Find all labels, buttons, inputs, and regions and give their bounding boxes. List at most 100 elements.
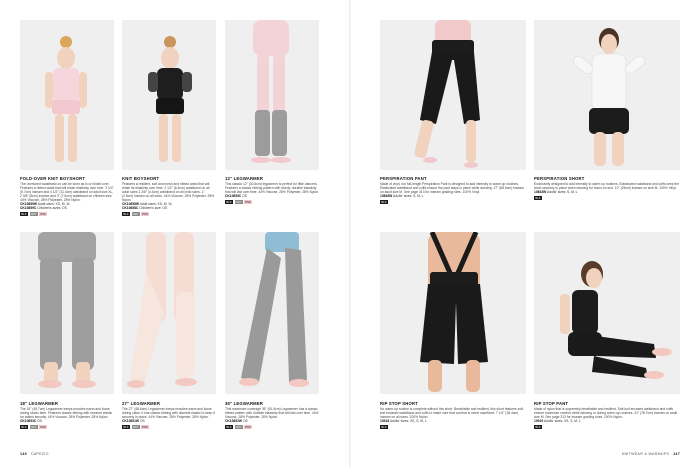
color-swatch: BLK bbox=[20, 211, 28, 217]
section-name: KNITWEAR & WARMUPS bbox=[621, 452, 670, 456]
sku-code: CK10859C bbox=[20, 206, 37, 211]
child-boyshort-image bbox=[45, 36, 87, 162]
product-photo bbox=[225, 232, 319, 394]
color-swatch: PNK bbox=[39, 424, 48, 429]
color-swatch: BLK bbox=[20, 424, 28, 429]
product-photo bbox=[122, 232, 216, 394]
sku-code: CK10852W bbox=[225, 419, 243, 424]
product-description: This classic 12" (30.5cm) legwarmer is p… bbox=[225, 182, 319, 195]
product-info: KNIT BOYSHORT Features a resilient, soft… bbox=[122, 176, 216, 217]
sku-sizes: Children's size: OS bbox=[139, 206, 168, 211]
sku-sizes: Adults' sizes: XS, S, M, L bbox=[543, 419, 581, 424]
left-page-folio: 146 CAPEZIO bbox=[20, 452, 49, 456]
27-legwarmer-image bbox=[127, 232, 197, 388]
product-photo bbox=[534, 232, 680, 394]
sku-code: 10845W bbox=[380, 194, 393, 199]
product-info: RIP STOP SHORT No warm-up routine is com… bbox=[380, 401, 526, 429]
sku-sizes: Adults' sizes: S, M, L bbox=[393, 194, 424, 199]
sku-sizes: Adults' sizes: XS, S, M, L bbox=[389, 419, 427, 424]
sku-sizes: OS bbox=[139, 419, 145, 424]
product-info: RIP STOP PANT Made of nylon that is supr… bbox=[534, 401, 680, 429]
product-name: 12" LEGWARMER bbox=[225, 176, 264, 181]
product-info: PERSPIRATION SHORT Exclusively designed … bbox=[534, 176, 680, 200]
color-swatch: PNK bbox=[244, 424, 253, 429]
sku-line: 10843W Adults' sizes: S, M, L bbox=[534, 190, 680, 194]
product-info: 12" LEGWARMER This classic 12" (30.5cm) … bbox=[225, 176, 319, 204]
page-number: 146 bbox=[20, 452, 27, 456]
sku-code: 10843W bbox=[534, 190, 547, 195]
sku-line: 10845W Adults' sizes: S, M, L bbox=[380, 194, 526, 198]
color-swatches: BLK bbox=[534, 424, 680, 429]
color-swatch: GRY bbox=[234, 199, 243, 204]
color-swatch: BLK bbox=[380, 424, 388, 429]
product-name: 18" LEGWARMER bbox=[20, 401, 59, 406]
product-info: 27" LEGWARMER The 27" (68.6cm) Legwarmer… bbox=[122, 401, 216, 429]
color-swatches: BLK GRY PNK bbox=[225, 199, 319, 204]
color-swatch: PNK bbox=[141, 424, 150, 429]
sku-sizes: OS bbox=[37, 419, 42, 424]
product-photo bbox=[225, 20, 319, 170]
product-name: 27" LEGWARMER bbox=[122, 401, 161, 406]
color-swatch: PNK bbox=[39, 211, 48, 217]
sku-line: CK10858C Children's size: OS bbox=[122, 206, 216, 210]
sku-code: 10919 bbox=[534, 419, 544, 424]
product-description: This maximum coverage 36" (91.5cm) Legwa… bbox=[225, 407, 319, 420]
color-swatch: PNK bbox=[141, 211, 150, 217]
color-swatch: GRY bbox=[29, 424, 38, 429]
rip-stop-short-image bbox=[420, 232, 488, 392]
18-legwarmer-image bbox=[38, 232, 96, 388]
color-swatches: BLK GRY PNK bbox=[20, 211, 114, 217]
page-gutter bbox=[349, 0, 351, 467]
sku-line: CK10852W OS bbox=[225, 419, 319, 423]
product-name: PERSPIRATION PANT bbox=[380, 176, 427, 181]
color-swatches: BLK bbox=[534, 195, 680, 200]
perspiration-short-image bbox=[573, 28, 645, 166]
sku-sizes: OS bbox=[242, 419, 248, 424]
sku-line: CK10853C OS bbox=[20, 419, 114, 423]
product-description: Made of nylon that is supremely breathab… bbox=[534, 407, 678, 420]
child-knit-boyshort-image bbox=[148, 36, 192, 162]
product-photo bbox=[534, 20, 680, 170]
product-name: 36" LEGWARMER bbox=[225, 401, 264, 406]
product-name: PERSPIRATION SHORT bbox=[534, 176, 585, 181]
catalog-spread: FOLD-OVER KNIT BOYSHORT The oversized wa… bbox=[0, 0, 700, 467]
color-swatch: GRY bbox=[29, 211, 38, 217]
product-description: Exclusively designed to add intensity to… bbox=[534, 182, 680, 191]
36-legwarmer-image bbox=[239, 232, 309, 387]
color-swatches: BLK GRY PNK bbox=[225, 424, 319, 429]
product-name: RIP STOP SHORT bbox=[380, 401, 418, 406]
brand-name: CAPEZIO bbox=[30, 452, 49, 456]
color-swatch: GRY bbox=[131, 211, 140, 217]
product-photo bbox=[380, 232, 526, 394]
color-swatch: BLK bbox=[225, 424, 233, 429]
product-description: The 27" (68.6cm) Legwarmer keeps muscles… bbox=[122, 407, 215, 420]
color-swatch: BLK bbox=[380, 199, 388, 204]
color-swatches: BLK bbox=[380, 199, 526, 204]
color-swatch: BLK bbox=[534, 195, 542, 200]
sku-sizes: Children's sizes: OS bbox=[37, 206, 67, 211]
product-description: The oversized waistband on can be worn a… bbox=[20, 182, 114, 203]
color-swatch: PNK bbox=[244, 199, 253, 204]
color-swatches: BLK GRY PNK bbox=[122, 424, 216, 429]
product-photo bbox=[20, 20, 114, 170]
sku-line: CK10851W OS bbox=[122, 419, 216, 423]
sku-line: CK10855C OS bbox=[225, 194, 319, 198]
sku-code: CK10851W bbox=[122, 419, 140, 424]
sku-code: CK10853C bbox=[20, 419, 37, 424]
color-swatch: BLK bbox=[122, 211, 130, 217]
product-description: Made of vinyl, our full-length Perspirat… bbox=[380, 182, 524, 195]
sku-sizes: OS bbox=[242, 194, 247, 199]
sku-code: CK10855C bbox=[225, 194, 242, 199]
product-description: Features a resilient, soft and mesh and … bbox=[122, 182, 215, 203]
color-swatch: BLK bbox=[225, 199, 233, 204]
product-description: No warm-up routine is complete without t… bbox=[380, 407, 525, 420]
sku-code: CK10858C bbox=[122, 206, 139, 211]
product-info: PERSPIRATION PANT Made of vinyl, our ful… bbox=[380, 176, 526, 204]
right-page-folio: KNITWEAR & WARMUPS 147 bbox=[622, 452, 680, 456]
product-description: The 18" (45.7cm) Legwarmer keeps muscles… bbox=[20, 407, 113, 420]
child-legwarmer-image bbox=[251, 20, 291, 163]
product-name: FOLD-OVER KNIT BOYSHORT bbox=[20, 176, 86, 181]
page-number: 147 bbox=[673, 452, 680, 456]
color-swatches: BLK GRY PNK bbox=[122, 211, 216, 217]
sku-line: 10918 Adults' sizes: XS, S, M, L bbox=[380, 419, 526, 423]
